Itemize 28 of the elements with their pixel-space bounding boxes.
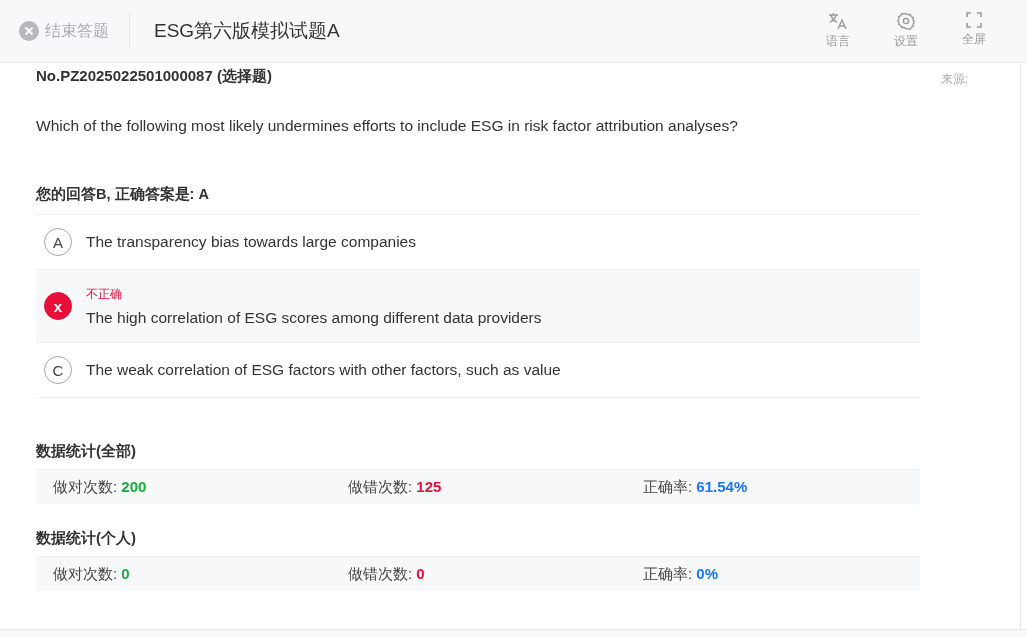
fullscreen-button[interactable]: 全屏 [949,12,999,50]
stats-title: 数据统计(个人) [36,529,137,548]
option-text: The high correlation of ESG scores among different data providers [86,308,542,327]
fullscreen-icon [966,12,982,28]
option-text: The weak correlation of ESG factors with other factors, such as value [86,361,561,379]
stat-text: 做错次数: 0 [348,564,426,584]
question-text: Which of the following most likely undermines efforts to include ESG in risk factor attribution analyses? [36,117,739,135]
answer-option[interactable]: C The weak correlation of ESG factors with other factors, such as value [36,343,920,398]
settings-icon [897,12,915,30]
source-label: 来源: [940,71,968,88]
answer-summary: 您的回答B, 正确答案是: A [36,185,920,215]
feedback-label: 不正确 [86,285,123,303]
exam-title: ESG第六版模拟试题A [154,19,341,43]
question-number: No.PZ2025022501000087 (选择题) [36,67,272,86]
option-marker: x [44,292,72,320]
answer-option[interactable]: x 不正确 The high correlation of ESG scores among different data providers [36,270,920,343]
translate-icon [828,12,848,30]
stat-text: 正确率: 0% [643,564,720,584]
language-button[interactable]: 语言 [813,12,863,50]
stat-text: 正确率: 61.54% [643,477,749,497]
option-text: The transparency bias towards large companies [86,233,416,251]
stats-title: 数据统计(全部) [36,442,137,461]
stat-text: 做对次数: 0 [53,564,131,584]
exit-button[interactable]: 结束答题 [19,13,130,49]
close-icon [19,21,39,41]
settings-button[interactable]: 设置 [881,12,931,50]
stat-text: 做错次数: 125 [348,477,443,497]
stat-text: 做对次数: 200 [53,477,148,497]
